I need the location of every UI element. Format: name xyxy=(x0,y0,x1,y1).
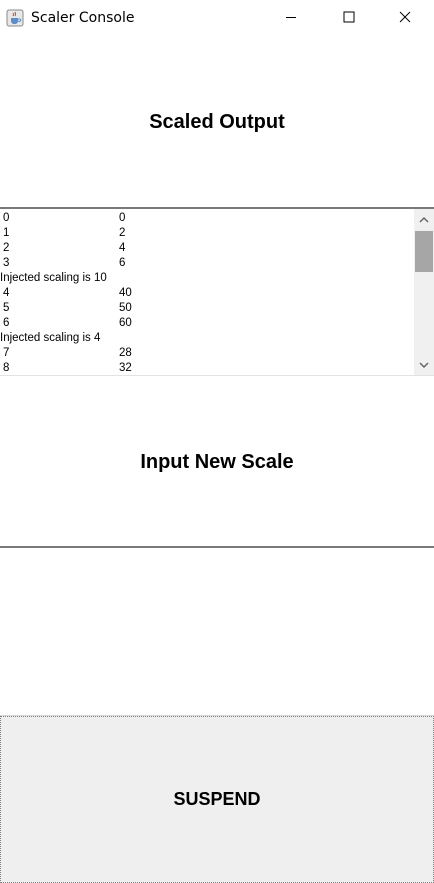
scroll-up-button[interactable] xyxy=(414,210,434,230)
output-line: 24 xyxy=(0,241,414,256)
close-icon xyxy=(399,10,411,28)
output-line: Injected scaling is 4 xyxy=(0,331,414,346)
output-divider xyxy=(0,375,434,376)
output-line-scaled: 50 xyxy=(119,302,132,314)
output-line-value: Injected scaling is 10 xyxy=(0,272,107,284)
output-line-value: 0 xyxy=(3,212,10,224)
scaled-output-textarea[interactable]: 0 0 1 2 2 4 3 6 Injected scaling is 10 4 40 5 50 6 60 I… xyxy=(0,207,434,375)
suspend-button[interactable]: SUSPEND xyxy=(0,716,434,883)
output-lines: 0 0 1 2 2 4 3 6 Injected scaling is 10 4 40 5 50 6 60 I… xyxy=(0,211,414,375)
vertical-scrollbar[interactable] xyxy=(414,209,434,375)
title-bar[interactable]: Scaler Console xyxy=(0,0,434,37)
output-line-scaled: 32 xyxy=(119,362,132,374)
chevron-up-icon xyxy=(419,211,429,229)
output-line-value: Injected scaling is 4 xyxy=(0,332,101,344)
maximize-button[interactable] xyxy=(320,0,378,37)
output-line-value: 1 xyxy=(3,227,10,239)
scaler-console-window: Scaler Console Scaled Output 0 0 1 2 2 4 3 6 Inj… xyxy=(0,0,434,883)
scaled-output-heading: Scaled Output xyxy=(149,111,285,133)
output-line: Injected scaling is 10 xyxy=(0,271,414,286)
output-line-value: 6 xyxy=(3,317,10,329)
output-line-scaled: 40 xyxy=(119,287,132,299)
scroll-down-button[interactable] xyxy=(414,355,434,375)
minimize-icon xyxy=(285,10,297,28)
output-line-scaled: 0 xyxy=(119,212,126,224)
close-button[interactable] xyxy=(376,0,434,37)
new-scale-input[interactable] xyxy=(0,548,434,715)
output-line: 36 xyxy=(0,256,414,271)
output-line: 00 xyxy=(0,211,414,226)
output-line-value: 5 xyxy=(3,302,10,314)
minimize-button[interactable] xyxy=(262,0,320,37)
output-line-value: 4 xyxy=(3,287,10,299)
scroll-thumb[interactable] xyxy=(415,231,433,272)
output-line: 7 28 xyxy=(0,346,414,361)
chevron-down-icon xyxy=(419,356,429,374)
output-line-value: 3 xyxy=(3,257,10,269)
output-line-scaled: 2 xyxy=(119,227,126,239)
output-line: 8 32 xyxy=(0,361,414,375)
java-cup-icon xyxy=(6,9,24,27)
output-line: 12 xyxy=(0,226,414,241)
window-title: Scaler Console xyxy=(31,10,135,26)
output-line-value: 8 xyxy=(3,362,10,374)
maximize-icon xyxy=(343,10,355,28)
output-line: 5 50 xyxy=(0,301,414,316)
output-line-scaled: 4 xyxy=(119,242,126,254)
output-line-scaled: 6 xyxy=(119,257,126,269)
output-line-scaled: 60 xyxy=(119,317,132,329)
output-line: 4 40 xyxy=(0,286,414,301)
output-line-value: 7 xyxy=(3,347,10,359)
output-line-scaled: 28 xyxy=(119,347,132,359)
input-new-scale-heading: Input New Scale xyxy=(140,451,294,473)
output-line: 6 60 xyxy=(0,316,414,331)
output-line-value: 2 xyxy=(3,242,10,254)
